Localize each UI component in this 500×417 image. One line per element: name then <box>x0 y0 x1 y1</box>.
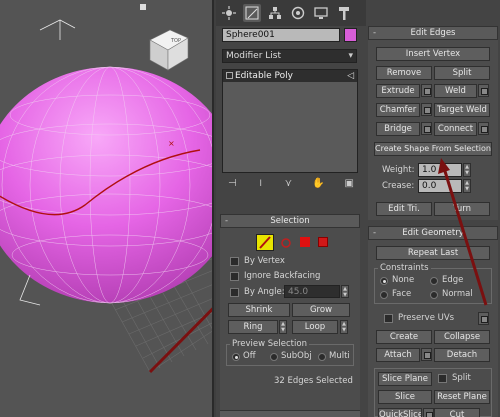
scene-canvas: × TOP <box>0 19 212 374</box>
perspective-viewport[interactable]: × TOP <box>0 0 214 417</box>
annotation-arrow-right <box>438 158 488 306</box>
command-panel: Sphere001 Modifier List ▾ Editable Poly … <box>216 0 500 417</box>
viewcube-icon[interactable]: TOP <box>149 29 189 71</box>
viewport-label-marker <box>140 4 146 10</box>
svg-text:TOP: TOP <box>170 38 181 44</box>
svg-text:×: × <box>168 139 175 148</box>
